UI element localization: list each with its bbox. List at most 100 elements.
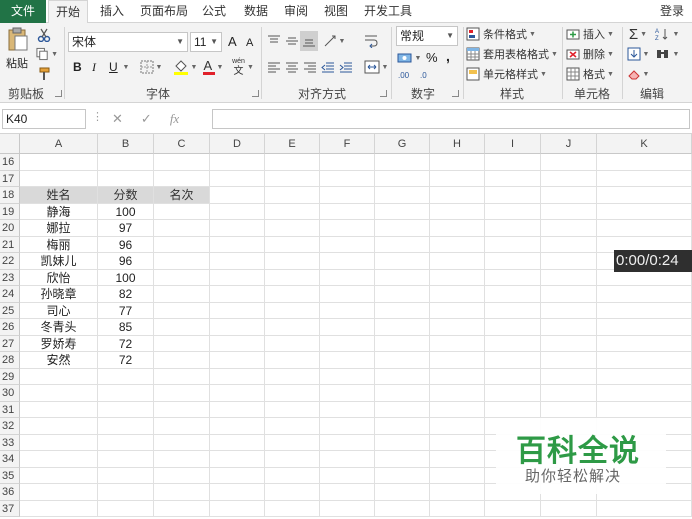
grid-cell[interactable]: [20, 500, 98, 517]
column-header-f[interactable]: F: [320, 134, 375, 154]
grid-cell[interactable]: [210, 368, 265, 385]
delete-cells-button[interactable]: 删除 ▼: [566, 45, 620, 63]
grid-cell[interactable]: [20, 467, 98, 484]
phonetic-button[interactable]: wén 文 ▼: [232, 56, 254, 78]
grid-cell[interactable]: [154, 319, 210, 336]
grid-cell[interactable]: [20, 434, 98, 451]
grid-cell[interactable]: [320, 319, 375, 336]
row-header[interactable]: 33: [0, 434, 20, 451]
tab-home[interactable]: 开始: [48, 0, 88, 24]
find-select-icon[interactable]: ▼: [654, 45, 680, 63]
grid-cell[interactable]: [210, 269, 265, 286]
grow-font-button[interactable]: A: [228, 33, 237, 51]
font-launcher-icon[interactable]: [252, 90, 259, 97]
grid-cell[interactable]: [154, 467, 210, 484]
grid-cell[interactable]: [265, 253, 320, 270]
column-header-e[interactable]: E: [265, 134, 320, 154]
bold-button[interactable]: B: [73, 58, 82, 76]
grid-cell[interactable]: [597, 302, 692, 319]
grid-cell[interactable]: [375, 385, 430, 402]
grid-cell[interactable]: [320, 451, 375, 468]
increase-indent-icon[interactable]: [338, 58, 354, 76]
column-header-a[interactable]: A: [20, 134, 98, 154]
grid-cell[interactable]: [320, 236, 375, 253]
grid-cell[interactable]: [541, 302, 597, 319]
grid-cell[interactable]: [154, 236, 210, 253]
paste-label[interactable]: 粘贴: [6, 55, 28, 73]
grid-cell[interactable]: [430, 335, 485, 352]
name-box[interactable]: K40: [2, 109, 86, 129]
grid-cell[interactable]: [320, 385, 375, 402]
cancel-icon[interactable]: ✕: [112, 109, 123, 129]
grid-cell[interactable]: [154, 352, 210, 369]
grid-cell[interactable]: [210, 203, 265, 220]
grid-cell[interactable]: [541, 368, 597, 385]
grid-cell[interactable]: [597, 401, 692, 418]
grid-cell[interactable]: [597, 500, 692, 517]
format-painter-icon[interactable]: [36, 65, 52, 83]
grid-cell[interactable]: [430, 154, 485, 171]
grid-cell[interactable]: [20, 170, 98, 187]
name-cell[interactable]: 冬青头: [20, 319, 98, 336]
grid-cell[interactable]: [597, 286, 692, 303]
row-header[interactable]: 25: [0, 302, 20, 319]
grid-cell[interactable]: [265, 484, 320, 501]
grid-cell[interactable]: [375, 368, 430, 385]
grid-cell[interactable]: [265, 451, 320, 468]
grid-cell[interactable]: [154, 418, 210, 435]
name-cell[interactable]: 安然: [20, 352, 98, 369]
score-cell[interactable]: 96: [98, 236, 154, 253]
grid-cell[interactable]: [320, 253, 375, 270]
grid-cell[interactable]: [375, 352, 430, 369]
grid-cell[interactable]: [430, 385, 485, 402]
grid-cell[interactable]: [430, 434, 485, 451]
align-center-icon[interactable]: [284, 58, 300, 76]
grid-cell[interactable]: [375, 302, 430, 319]
grid-cell[interactable]: [265, 500, 320, 517]
grid-cell[interactable]: [541, 319, 597, 336]
grid-cell[interactable]: [210, 434, 265, 451]
grid-cell[interactable]: [597, 319, 692, 336]
borders-icon[interactable]: ▼: [138, 58, 164, 76]
tab-page-layout[interactable]: 页面布局: [136, 0, 192, 23]
score-cell[interactable]: 85: [98, 319, 154, 336]
clipboard-launcher-icon[interactable]: [55, 90, 62, 97]
grid-cell[interactable]: [320, 352, 375, 369]
grid-cell[interactable]: [154, 484, 210, 501]
autosum-button[interactable]: Σ ▼: [626, 25, 650, 43]
font-size-select[interactable]: 11 ▼: [190, 32, 222, 52]
grid-cell[interactable]: [375, 484, 430, 501]
grid-cell[interactable]: [375, 187, 430, 204]
row-header[interactable]: 34: [0, 451, 20, 468]
grid-cell[interactable]: [485, 187, 541, 204]
row-header[interactable]: 19: [0, 203, 20, 220]
grid-cell[interactable]: [541, 500, 597, 517]
grid-cell[interactable]: [20, 451, 98, 468]
score-cell[interactable]: 72: [98, 335, 154, 352]
grid-cell[interactable]: [154, 220, 210, 237]
row-header[interactable]: 32: [0, 418, 20, 435]
grid-cell[interactable]: [98, 500, 154, 517]
grid-cell[interactable]: [320, 302, 375, 319]
grid-cell[interactable]: [541, 286, 597, 303]
grid-cell[interactable]: [485, 286, 541, 303]
grid-cell[interactable]: [20, 401, 98, 418]
grid-cell[interactable]: [485, 368, 541, 385]
grid-cell[interactable]: [210, 418, 265, 435]
italic-button[interactable]: I: [92, 58, 96, 76]
grid-cell[interactable]: [485, 203, 541, 220]
grid-cell[interactable]: [154, 434, 210, 451]
grid-cell[interactable]: [430, 401, 485, 418]
clear-icon[interactable]: ▼: [626, 65, 650, 83]
name-cell[interactable]: 静海: [20, 203, 98, 220]
grid-cell[interactable]: [265, 269, 320, 286]
grid-cell[interactable]: [430, 286, 485, 303]
grid-cell[interactable]: [485, 385, 541, 402]
grid-cell[interactable]: [320, 269, 375, 286]
shrink-font-button[interactable]: A: [246, 34, 253, 52]
grid-cell[interactable]: [265, 220, 320, 237]
grid-cell[interactable]: [597, 170, 692, 187]
score-cell[interactable]: 72: [98, 352, 154, 369]
paste-icon[interactable]: [4, 26, 32, 54]
grid-cell[interactable]: [541, 269, 597, 286]
